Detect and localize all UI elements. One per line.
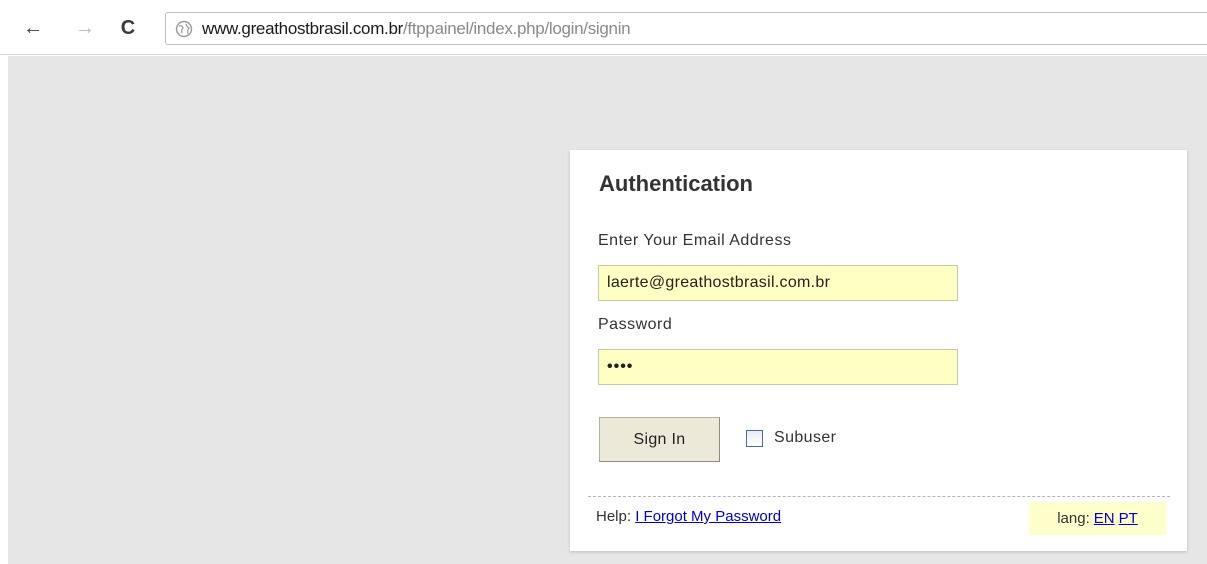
url-text[interactable]: www.greathostbrasil.com.br/ftppainel/ind… (202, 18, 631, 39)
help-section: Help: I Forgot My Password (596, 508, 781, 525)
forward-arrow-icon[interactable]: → (74, 16, 96, 40)
password-field[interactable] (598, 349, 958, 385)
url-host: www.greathostbrasil.com.br (202, 18, 403, 38)
url-path: /ftppainel/index.php/login/signin (403, 18, 631, 38)
help-label: Help: (596, 508, 632, 525)
page-title: Authentication (599, 171, 753, 196)
address-bar[interactable]: www.greathostbrasil.com.br/ftppainel/ind… (165, 12, 1207, 45)
language-selector: lang: EN PT (1029, 502, 1166, 535)
browser-toolbar: ← → C www.greathostbrasil.com.br/ftppain… (0, 0, 1207, 55)
subuser-option[interactable]: Subuser (746, 429, 836, 447)
lang-en-link[interactable]: EN (1094, 510, 1115, 527)
subuser-checkbox[interactable] (746, 429, 763, 447)
sign-in-button[interactable]: Sign In (599, 417, 720, 462)
reload-icon[interactable]: C (117, 16, 139, 40)
subuser-label: Subuser (774, 429, 837, 446)
authentication-panel: Authentication Enter Your Email Address … (570, 150, 1187, 551)
back-arrow-icon[interactable]: ← (22, 16, 44, 40)
globe-icon (174, 19, 194, 39)
forgot-password-link[interactable]: I Forgot My Password (635, 508, 781, 525)
lang-label: lang: (1057, 510, 1090, 527)
email-field[interactable] (598, 265, 958, 301)
footer-divider (588, 496, 1170, 497)
email-label: Enter Your Email Address (598, 232, 792, 249)
lang-pt-link[interactable]: PT (1119, 510, 1138, 527)
password-label: Password (598, 316, 673, 333)
